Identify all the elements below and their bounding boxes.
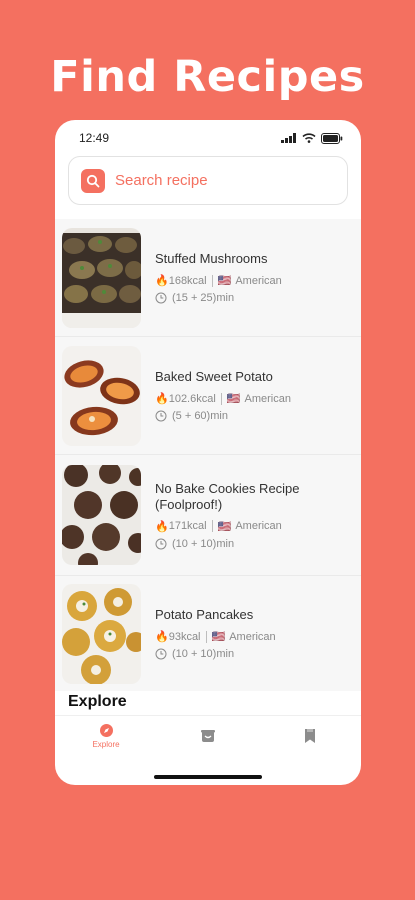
clock-icon [155, 410, 167, 422]
status-bar: 12:49 [55, 120, 361, 156]
recipe-kcal: 102.6kcal [168, 392, 216, 405]
status-time: 12:49 [79, 131, 110, 145]
recipe-kcal: 168kcal [168, 274, 207, 287]
clock-icon [155, 292, 167, 304]
flame-icon: 🔥 [155, 631, 169, 643]
tab-saved[interactable] [270, 728, 350, 744]
us-flag-icon: 🇺🇸 [211, 631, 226, 643]
signal-icon [281, 133, 296, 143]
clock-icon [155, 648, 167, 660]
recipe-image [62, 227, 141, 328]
search-icon [81, 168, 105, 193]
flame-icon: 🔥 [155, 275, 169, 287]
recipe-image [62, 345, 141, 446]
us-flag-icon: 🇺🇸 [226, 393, 241, 405]
bottom-tab-bar: Explore [55, 715, 361, 755]
recipe-cuisine: American [235, 274, 282, 287]
recipe-time: (5 + 60)min [172, 410, 228, 422]
search-input[interactable]: Search recipe [115, 172, 208, 189]
recipe-image [62, 583, 141, 684]
recipe-item-no-bake-cookies[interactable]: No Bake Cookies Recipe (Foolproof!) 🔥 17… [55, 455, 361, 576]
recipe-title: Potato Pancakes [155, 607, 254, 622]
recipe-kcal: 93kcal [168, 630, 201, 643]
wifi-icon [302, 133, 316, 143]
divider [211, 274, 213, 287]
recipe-title: No Bake Cookies Recipe (Foolproof!) [155, 480, 300, 512]
pot-icon [201, 729, 215, 742]
explore-section-title: Explore [68, 693, 127, 710]
recipe-cuisine: American [229, 630, 276, 643]
recipe-title: Stuffed Mushrooms [155, 251, 268, 266]
us-flag-icon: 🇺🇸 [217, 520, 232, 533]
divider [220, 392, 222, 405]
divider [205, 630, 207, 643]
clock-icon [155, 538, 167, 549]
headline: Find Recipes [50, 52, 365, 102]
recipe-kcal: 171kcal [168, 520, 207, 532]
recipe-cuisine: American [235, 520, 282, 532]
recipe-list: Stuffed Mushrooms 🔥 168kcal 🇺🇸 American … [55, 219, 361, 691]
recipe-time: (10 + 10)min [172, 648, 235, 660]
recipe-image [62, 465, 141, 565]
recipe-item-stuffed-mushrooms[interactable]: Stuffed Mushrooms 🔥 168kcal 🇺🇸 American … [55, 219, 361, 337]
recipe-time: (15 + 25)min [172, 292, 235, 304]
recipe-item-baked-sweet-potato[interactable]: Baked Sweet Potato 🔥 102.6kcal 🇺🇸 Americ… [55, 337, 361, 455]
compass-icon [99, 723, 113, 737]
recipe-time: (10 + 10)min [172, 537, 235, 550]
battery-icon [321, 132, 343, 144]
flame-icon: 🔥 [155, 393, 169, 405]
recipe-title: Baked Sweet Potato [155, 369, 273, 384]
search-bar[interactable]: Search recipe [68, 156, 348, 205]
tab-explore[interactable]: Explore [66, 723, 146, 749]
recipe-cuisine: American [244, 392, 291, 405]
tab-label: Explore [92, 739, 120, 749]
divider [211, 520, 213, 532]
recipe-item-potato-pancakes[interactable]: Potato Pancakes 🔥 93kcal 🇺🇸 American (10… [55, 576, 361, 691]
bookmark-icon [305, 728, 315, 743]
phone-screen: 12:49 Search recipe Stuffed Mushrooms 🔥 … [55, 120, 361, 785]
flame-icon: 🔥 [155, 520, 169, 533]
home-indicator [154, 775, 262, 779]
us-flag-icon: 🇺🇸 [217, 275, 232, 287]
tab-pot[interactable] [168, 728, 248, 744]
